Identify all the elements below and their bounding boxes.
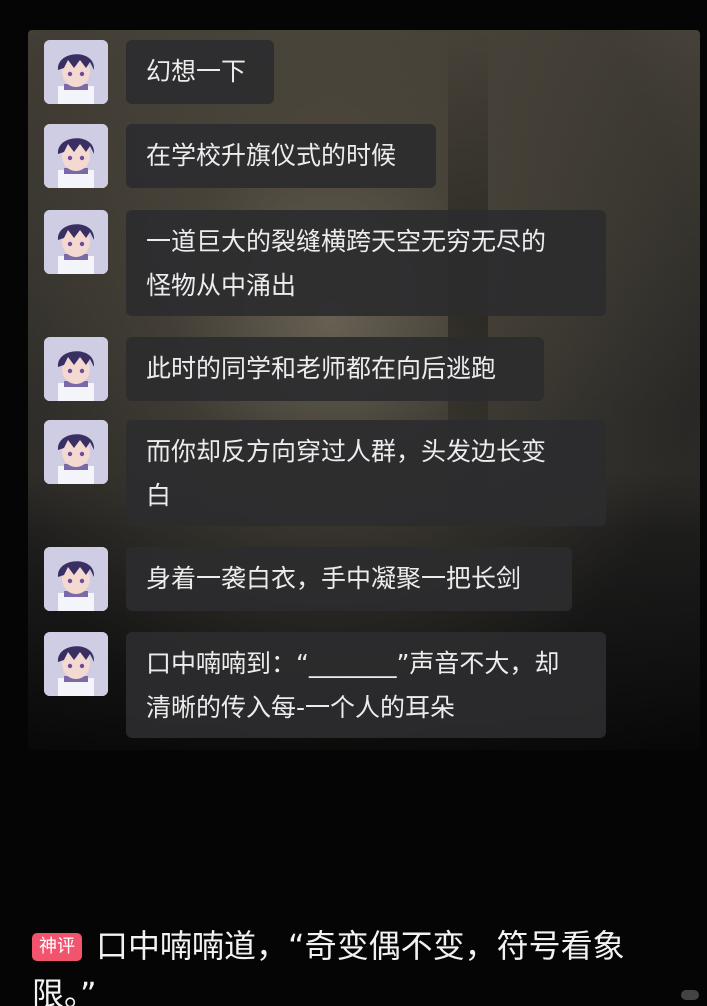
message-bubble[interactable]: 此时的同学和老师都在向后逃跑 xyxy=(126,337,544,401)
message-text: 幻想一下 xyxy=(146,57,247,86)
message-bubble[interactable]: 幻想一下 xyxy=(126,40,274,104)
message-bubble[interactable]: 口中喃喃到：“_______”声音不大，却 清晰的传入每-一个人的耳朵 xyxy=(126,632,606,738)
message-bubble[interactable]: 而你却反方向穿过人群，头发边长变 白 xyxy=(126,420,606,526)
message-bubble[interactable]: 身着一袭白衣，手中凝聚一把长剑 xyxy=(126,547,572,611)
message-text: 口中喃喃到：“_______”声音不大，却 xyxy=(146,649,560,678)
avatar-icon[interactable] xyxy=(44,210,108,274)
message-text: 身着一袭白衣，手中凝聚一把长剑 xyxy=(146,564,522,593)
watermark-icon xyxy=(681,990,699,1000)
avatar-icon[interactable] xyxy=(44,632,108,696)
comment-first-line: 神评 口中喃喃道，“奇变偶不变，符号看象 xyxy=(32,922,692,970)
avatar-icon[interactable] xyxy=(44,420,108,484)
message-text: 而你却反方向穿过人群，头发边长变 xyxy=(146,437,547,466)
avatar-icon[interactable] xyxy=(44,337,108,401)
message-text: 怪物从中涌出 xyxy=(146,271,297,300)
message-bubble[interactable]: 一道巨大的裂缝横跨天空无穷无尽的 怪物从中涌出 xyxy=(126,210,606,316)
screen: 幻想一下 在学校升旗仪式的时候 一道巨大的裂缝横跨天空无穷无尽的 怪物从中涌出 … xyxy=(0,0,707,1006)
message-text: 在学校升旗仪式的时候 xyxy=(146,141,397,170)
avatar-icon[interactable] xyxy=(44,547,108,611)
avatar-icon[interactable] xyxy=(44,124,108,188)
message-text: 清晰的传入每-一个人的耳朵 xyxy=(146,693,456,722)
comment-text: 口中喃喃道，“奇变偶不变，符号看象 xyxy=(96,927,625,965)
top-comment[interactable]: 神评 口中喃喃道，“奇变偶不变，符号看象 限。” xyxy=(32,922,692,1006)
message-text: 一道巨大的裂缝横跨天空无穷无尽的 xyxy=(146,227,547,256)
top-comment-badge: 神评 xyxy=(32,933,82,961)
avatar-icon[interactable] xyxy=(44,40,108,104)
message-bubble[interactable]: 在学校升旗仪式的时候 xyxy=(126,124,436,188)
message-text: 此时的同学和老师都在向后逃跑 xyxy=(146,354,497,383)
message-text: 白 xyxy=(146,481,172,510)
comment-text: 限。” xyxy=(32,975,97,1006)
